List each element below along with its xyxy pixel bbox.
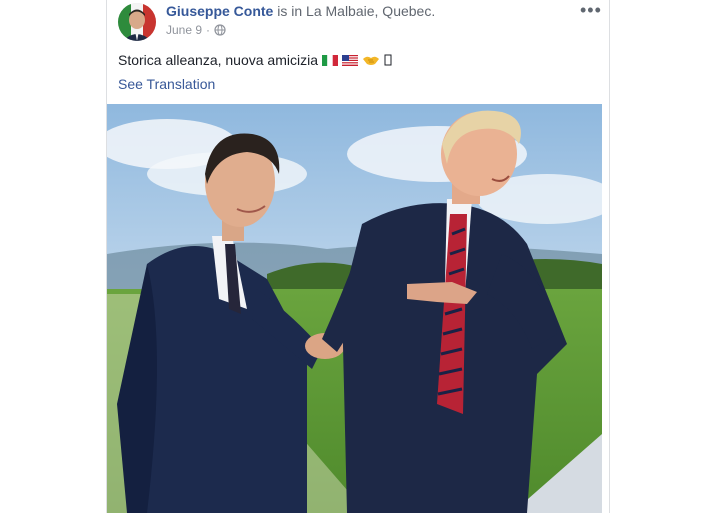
post-message: Storica alleanza, nuova amicizia — [118, 52, 392, 68]
unknown-glyph-box — [384, 54, 392, 66]
post-message-text: Storica alleanza, nuova amicizia — [118, 52, 318, 68]
post-date-link[interactable]: June 9 — [166, 23, 202, 37]
see-translation-link[interactable]: See Translation — [118, 76, 215, 92]
post-header: Giuseppe Conte is in La Malbaie, Quebec. — [166, 3, 435, 19]
globe-icon[interactable] — [214, 24, 226, 36]
post-photo[interactable] — [107, 104, 602, 513]
photo-image — [107, 104, 602, 513]
avatar-image — [118, 3, 156, 41]
feed-column-right-border — [609, 0, 610, 513]
location-text: is in La Malbaie, Quebec. — [277, 3, 436, 19]
handshake-icon — [363, 56, 379, 65]
post-meta: June 9 · — [166, 23, 226, 37]
meta-separator: · — [206, 23, 211, 37]
flag-italy-icon — [322, 54, 338, 66]
author-avatar[interactable] — [118, 3, 156, 41]
author-name-link[interactable]: Giuseppe Conte — [166, 3, 273, 19]
flag-usa-icon — [342, 54, 358, 66]
more-options-button[interactable]: ••• — [580, 0, 602, 21]
